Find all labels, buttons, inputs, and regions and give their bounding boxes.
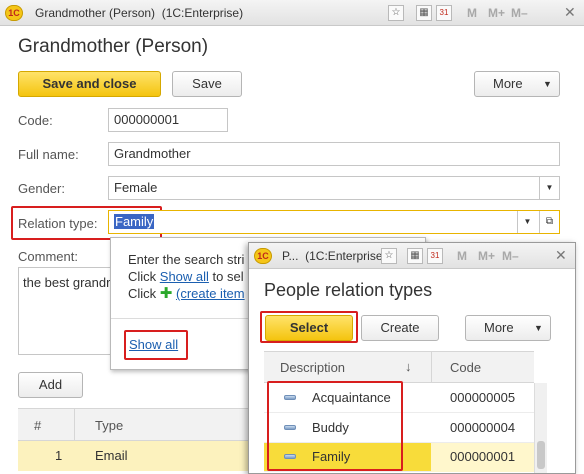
- save-button[interactable]: Save: [172, 71, 242, 97]
- column-header-description[interactable]: Description: [280, 360, 345, 375]
- memory-m-plus-button[interactable]: M+: [488, 6, 505, 20]
- column-header-number[interactable]: #: [34, 418, 41, 433]
- window-titlebar: 1C Grandmother (Person) (1C:Enterprise) …: [0, 0, 584, 26]
- save-and-close-button[interactable]: Save and close: [18, 71, 161, 97]
- show-all-inline-link[interactable]: Show all: [160, 269, 209, 284]
- popup-more-label: More: [484, 320, 514, 335]
- calculator-icon[interactable]: ▦: [407, 248, 423, 264]
- hint-click-text: Click: [128, 286, 160, 301]
- calendar-icon[interactable]: 31: [436, 5, 452, 21]
- popup-titlebar: 1C P... (1C:Enterprise) ☆ ▦ 31 M M+ M– ✕: [249, 243, 575, 269]
- relation-type-field[interactable]: Family ▼ ⧉: [108, 210, 560, 234]
- favorites-icon[interactable]: ☆: [388, 5, 404, 21]
- column-header-type[interactable]: Type: [95, 418, 123, 433]
- fullname-label: Full name:: [18, 147, 79, 162]
- chevron-down-icon[interactable]: ▼: [517, 211, 537, 233]
- app-logo-icon: 1C: [5, 5, 23, 21]
- close-icon[interactable]: ✕: [564, 4, 576, 21]
- relation-type-value: Family: [114, 214, 155, 229]
- popup-heading: People relation types: [264, 280, 433, 300]
- window-title: Grandmother (Person) (1C:Enterprise): [35, 6, 243, 20]
- item-code: 000000001: [450, 449, 516, 464]
- autocomplete-hint: Enter the search stri Click Show all to …: [128, 251, 245, 302]
- memory-m-plus-button[interactable]: M+: [478, 249, 495, 263]
- form-title: Grandmother (Person): [18, 36, 209, 57]
- autocomplete-hint-line3: Click ✚ (create item: [128, 285, 245, 302]
- table-header: # Type: [18, 408, 252, 441]
- column-divider: [74, 409, 75, 440]
- memory-m-minus-button[interactable]: M–: [502, 249, 519, 263]
- add-button[interactable]: Add: [18, 372, 83, 398]
- chevron-down-icon: ▼: [543, 79, 552, 89]
- grid-header: Description ↓ Code: [264, 351, 534, 383]
- popup-more-button[interactable]: More ▼: [465, 315, 551, 341]
- relation-types-window: 1C P... (1C:Enterprise) ☆ ▦ 31 M M+ M– ✕…: [248, 242, 576, 474]
- more-button[interactable]: More ▼: [474, 71, 560, 97]
- favorites-icon[interactable]: ☆: [381, 248, 397, 264]
- rows-highlight: [267, 381, 403, 471]
- plus-icon: ✚: [159, 285, 173, 302]
- window-app-name: (1C:Enterprise): [161, 6, 244, 20]
- gender-value: Female: [114, 180, 158, 195]
- code-field[interactable]: 000000001: [108, 108, 228, 132]
- app-logo-icon: 1C: [254, 248, 272, 264]
- memory-m-button[interactable]: M: [467, 6, 477, 20]
- item-code: 000000005: [450, 390, 516, 405]
- calendar-icon[interactable]: 31: [427, 248, 443, 264]
- popup-title: P... (1C:Enterprise): [282, 249, 387, 263]
- show-all-link[interactable]: Show all: [129, 337, 178, 352]
- autocomplete-hint-line1: Enter the search stri: [128, 252, 245, 267]
- chevron-down-icon[interactable]: ▼: [539, 177, 559, 199]
- hint-click-text: Click: [128, 269, 160, 284]
- row-number: 1: [55, 448, 63, 463]
- calculator-icon[interactable]: ▦: [416, 5, 432, 21]
- row-type: Email: [95, 448, 128, 463]
- memory-m-button[interactable]: M: [457, 249, 467, 263]
- create-item-link[interactable]: (create item: [176, 286, 245, 301]
- more-button-label: More: [493, 76, 523, 91]
- vertical-scrollbar[interactable]: [534, 383, 547, 473]
- chevron-down-icon: ▼: [534, 323, 543, 333]
- scrollbar-thumb[interactable]: [537, 441, 545, 469]
- open-icon[interactable]: ⧉: [539, 211, 559, 233]
- item-code: 000000004: [450, 420, 516, 435]
- gender-label: Gender:: [18, 181, 65, 196]
- popup-app-name: (1C:Enterprise): [305, 249, 387, 263]
- sort-arrow-icon[interactable]: ↓: [405, 359, 412, 374]
- column-divider: [431, 352, 432, 382]
- column-header-code[interactable]: Code: [450, 360, 481, 375]
- comment-label: Comment:: [18, 249, 78, 264]
- relation-type-label: Relation type:: [18, 216, 98, 231]
- autocomplete-hint-line2: Click Show all to sel: [128, 268, 245, 285]
- gender-select[interactable]: Female ▼: [108, 176, 560, 200]
- create-button[interactable]: Create: [361, 315, 439, 341]
- table-row[interactable]: 1 Email: [18, 441, 252, 471]
- hint-select-text: to sel: [208, 269, 244, 284]
- comment-textarea[interactable]: the best grandr: [18, 267, 113, 355]
- select-button[interactable]: Select: [265, 315, 353, 341]
- close-icon[interactable]: ✕: [555, 247, 567, 264]
- code-label: Code:: [18, 113, 53, 128]
- memory-m-minus-button[interactable]: M–: [511, 6, 528, 20]
- window-title-text: Grandmother (Person): [35, 6, 156, 20]
- fullname-field[interactable]: Grandmother: [108, 142, 560, 166]
- popup-title-text: P...: [282, 249, 299, 263]
